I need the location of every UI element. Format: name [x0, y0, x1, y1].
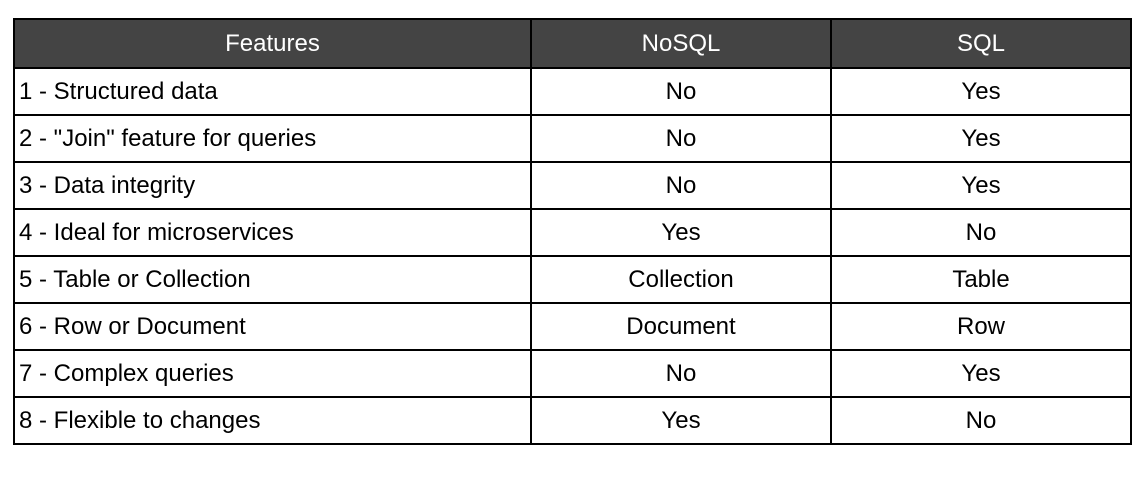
header-row: Features NoSQL SQL: [13, 18, 1132, 69]
table-row: 2 - "Join" feature for queries No Yes: [13, 114, 1132, 163]
feature-cell: 7 - Complex queries: [13, 349, 532, 398]
nosql-cell: Yes: [530, 396, 832, 445]
header-sql: SQL: [830, 18, 1132, 69]
sql-cell: Yes: [830, 114, 1132, 163]
feature-cell: 1 - Structured data: [13, 67, 532, 116]
sql-cell: Yes: [830, 67, 1132, 116]
table-row: 4 - Ideal for microservices Yes No: [13, 208, 1132, 257]
nosql-cell: No: [530, 161, 832, 210]
nosql-cell: No: [530, 349, 832, 398]
feature-cell: 2 - "Join" feature for queries: [13, 114, 532, 163]
header-features: Features: [13, 18, 532, 69]
nosql-cell: Yes: [530, 208, 832, 257]
sql-cell: Yes: [830, 161, 1132, 210]
comparison-table: Features NoSQL SQL 1 - Structured data N…: [13, 18, 1132, 445]
table-row: 8 - Flexible to changes Yes No: [13, 396, 1132, 445]
feature-cell: 8 - Flexible to changes: [13, 396, 532, 445]
nosql-cell: Document: [530, 302, 832, 351]
nosql-cell: No: [530, 114, 832, 163]
sql-cell: Yes: [830, 349, 1132, 398]
nosql-cell: Collection: [530, 255, 832, 304]
table-row: 5 - Table or Collection Collection Table: [13, 255, 1132, 304]
nosql-cell: No: [530, 67, 832, 116]
feature-cell: 5 - Table or Collection: [13, 255, 532, 304]
sql-cell: No: [830, 396, 1132, 445]
header-nosql: NoSQL: [530, 18, 832, 69]
feature-cell: 3 - Data integrity: [13, 161, 532, 210]
feature-cell: 6 - Row or Document: [13, 302, 532, 351]
table-header: Features NoSQL SQL: [13, 18, 1132, 69]
table-body: 1 - Structured data No Yes 2 - "Join" fe…: [13, 67, 1132, 445]
feature-cell: 4 - Ideal for microservices: [13, 208, 532, 257]
sql-cell: Table: [830, 255, 1132, 304]
sql-cell: No: [830, 208, 1132, 257]
table-row: 1 - Structured data No Yes: [13, 67, 1132, 116]
table-row: 6 - Row or Document Document Row: [13, 302, 1132, 351]
sql-cell: Row: [830, 302, 1132, 351]
table-row: 7 - Complex queries No Yes: [13, 349, 1132, 398]
table-row: 3 - Data integrity No Yes: [13, 161, 1132, 210]
